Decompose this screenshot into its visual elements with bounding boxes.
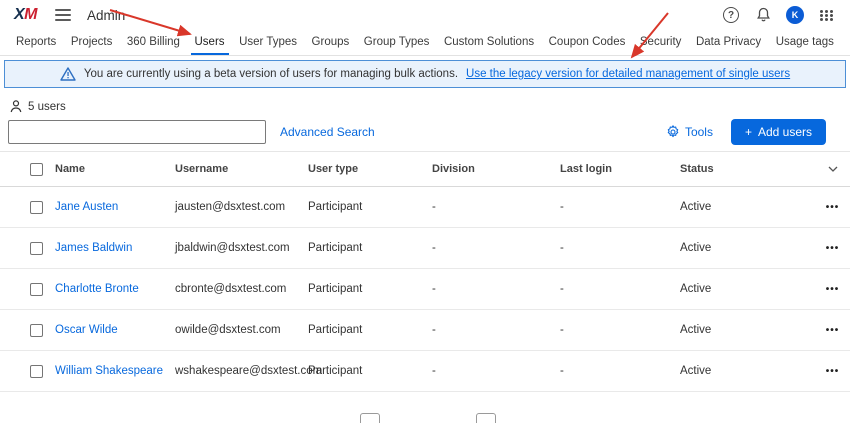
page-title: Admin (87, 8, 125, 23)
select-all-checkbox[interactable] (30, 163, 43, 176)
row-checkbox[interactable] (30, 365, 43, 378)
tab-360-billing[interactable]: 360 Billing (123, 30, 184, 55)
xm-logo: XM (14, 6, 37, 24)
col-header-last-login: Last login (560, 163, 680, 175)
gear-icon (666, 125, 680, 139)
user-division: - (432, 324, 560, 336)
user-username: jausten@dsxtest.com (175, 201, 308, 213)
admin-users-page: XM Admin ? K Reports Projects360 Billing U… (0, 0, 850, 423)
tools-button[interactable]: Tools (666, 125, 713, 139)
topbar-right: ? K (722, 6, 836, 24)
plus-icon: + (745, 125, 752, 139)
chevron-down-icon[interactable] (828, 163, 838, 175)
row-checkbox[interactable] (30, 324, 43, 337)
user-division: - (432, 201, 560, 213)
tab-reports[interactable]: Reports (12, 30, 60, 55)
user-avatar[interactable]: K (786, 6, 804, 24)
tab-groups[interactable]: Groups (308, 30, 354, 55)
user-count-label: 5 users (28, 101, 66, 113)
row-actions-menu[interactable]: ••• (826, 284, 840, 295)
row-checkbox[interactable] (30, 283, 43, 296)
add-users-button[interactable]: + Add users (731, 119, 826, 145)
user-type: Participant (308, 242, 432, 254)
user-count-row: 5 users (0, 88, 850, 113)
table-row: James Baldwinjbaldwin@dsxtest.comPartici… (0, 228, 850, 269)
tab-user-types[interactable]: User Types (235, 30, 301, 55)
user-name-link[interactable]: Charlotte Bronte (55, 283, 175, 295)
help-icon[interactable]: ? (722, 6, 740, 24)
table-row: Jane Austenjausten@dsxtest.comParticipan… (0, 187, 850, 228)
user-name-link[interactable]: Jane Austen (55, 201, 175, 213)
user-status: Active (680, 201, 815, 213)
tools-button-label: Tools (685, 125, 713, 139)
app-grid-icon[interactable] (818, 6, 836, 24)
user-type: Participant (308, 324, 432, 336)
user-name-link[interactable]: James Baldwin (55, 242, 175, 254)
user-last-login: - (560, 242, 680, 254)
tab-usage-tags[interactable]: Usage tags (772, 30, 838, 55)
legacy-version-link[interactable]: Use the legacy version for detailed mana… (466, 68, 790, 80)
tab-projects[interactable]: Projects (67, 30, 117, 55)
user-last-login: - (560, 365, 680, 377)
col-header-user-type: User type (308, 163, 432, 175)
user-status: Active (680, 324, 815, 336)
search-input[interactable] (8, 120, 266, 144)
users-table-body: Jane Austenjausten@dsxtest.comParticipan… (0, 187, 850, 392)
add-users-label: Add users (758, 125, 812, 139)
person-icon (10, 100, 22, 113)
row-actions-menu[interactable]: ••• (826, 366, 840, 377)
row-checkbox[interactable] (30, 242, 43, 255)
user-status: Active (680, 242, 815, 254)
user-username: cbronte@dsxtest.com (175, 283, 308, 295)
tab-custom-solutions[interactable]: Custom Solutions (440, 30, 538, 55)
nav-tabs: Reports Projects360 Billing UsersUser Type… (0, 30, 850, 56)
user-division: - (432, 242, 560, 254)
tab-group-types[interactable]: Group Types (360, 30, 434, 55)
col-header-division: Division (432, 163, 560, 175)
user-name-link[interactable]: Oscar Wilde (55, 324, 175, 336)
pagination-next-button[interactable] (476, 413, 496, 423)
user-last-login: - (560, 201, 680, 213)
table-row: William Shakespearewshakespeare@dsxtest.… (0, 351, 850, 392)
tab-security[interactable]: Security (636, 30, 686, 55)
user-name-link[interactable]: William Shakespeare (55, 365, 175, 377)
user-username: owilde@dsxtest.com (175, 324, 308, 336)
table-row: Charlotte Brontecbronte@dsxtest.comParti… (0, 269, 850, 310)
notifications-bell-icon[interactable] (754, 6, 772, 24)
user-type: Participant (308, 365, 432, 377)
user-last-login: - (560, 283, 680, 295)
row-actions-menu[interactable]: ••• (826, 202, 840, 213)
beta-banner: You are currently using a beta version o… (4, 60, 846, 88)
table-header-row: Name Username User type Division Last lo… (0, 151, 850, 187)
users-table: Name Username User type Division Last lo… (0, 151, 850, 392)
user-division: - (432, 365, 560, 377)
user-status: Active (680, 283, 815, 295)
table-row: Oscar Wildeowilde@dsxtest.comParticipant… (0, 310, 850, 351)
user-last-login: - (560, 324, 680, 336)
tab-data-privacy[interactable]: Data Privacy (692, 30, 765, 55)
user-username: jbaldwin@dsxtest.com (175, 242, 308, 254)
user-status: Active (680, 365, 815, 377)
user-division: - (432, 283, 560, 295)
tab-users[interactable]: Users (191, 30, 229, 55)
user-type: Participant (308, 201, 432, 213)
warning-triangle-icon (60, 67, 76, 81)
row-actions-menu[interactable]: ••• (826, 243, 840, 254)
banner-text: You are currently using a beta version o… (84, 68, 458, 80)
topbar: XM Admin ? K (0, 0, 850, 30)
col-header-name: Name (55, 163, 175, 175)
row-checkbox[interactable] (30, 201, 43, 214)
tab-coupon-codes[interactable]: Coupon Codes (545, 30, 630, 55)
user-type: Participant (308, 283, 432, 295)
pagination-prev-button[interactable] (360, 413, 380, 423)
toolbar: Advanced Search Tools + Add users (0, 113, 850, 145)
hamburger-menu-icon[interactable] (55, 6, 71, 24)
advanced-search-link[interactable]: Advanced Search (280, 125, 375, 139)
toolbar-right: Tools + Add users (666, 119, 826, 145)
row-actions-menu[interactable]: ••• (826, 325, 840, 336)
user-username: wshakespeare@dsxtest.com (175, 365, 308, 377)
col-header-username: Username (175, 163, 308, 175)
col-header-status: Status (680, 163, 815, 175)
